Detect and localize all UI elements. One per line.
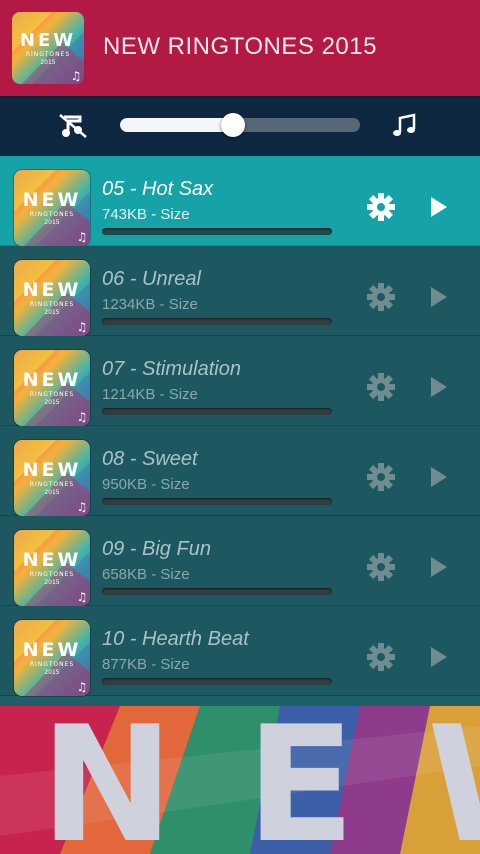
svg-text:♫: ♫: [77, 230, 88, 244]
ringtone-title: 08 - Sweet: [102, 448, 198, 470]
gear-icon[interactable]: [366, 372, 396, 402]
logo-note-icon: ♫: [71, 69, 82, 83]
svg-text:RINGTONES: RINGTONES: [30, 391, 74, 398]
app-header: NEW RINGTONES 2015 ♫ NEW RINGTONES 2015: [0, 0, 480, 96]
svg-text:2015: 2015: [44, 399, 59, 406]
logo-year: 2015: [40, 59, 55, 66]
app-logo: NEW RINGTONES 2015 ♫: [12, 12, 84, 84]
volume-slider-fill: [120, 118, 233, 132]
ringtone-thumbnail: NEW RINGTONES 2015 ♫: [14, 350, 90, 426]
ringtone-title: 09 - Big Fun: [102, 538, 211, 560]
banner-text: NEW: [40, 706, 480, 854]
ringtone-row-4[interactable]: NEW RINGTONES 2015 ♫ 08 - Sweet 950KB - …: [0, 426, 480, 516]
svg-text:RINGTONES: RINGTONES: [30, 571, 74, 578]
svg-text:2015: 2015: [44, 219, 59, 226]
gear-icon[interactable]: [366, 192, 396, 222]
play-icon[interactable]: [428, 374, 450, 400]
ringtone-title: 05 - Hot Sax: [102, 178, 214, 200]
svg-text:2015: 2015: [44, 489, 59, 496]
gear-icon[interactable]: [366, 642, 396, 672]
logo-word: NEW: [20, 30, 76, 51]
svg-text:NEW: NEW: [23, 279, 82, 301]
svg-text:♫: ♫: [77, 320, 88, 334]
play-icon[interactable]: [428, 554, 450, 580]
svg-text:♫: ♫: [77, 590, 88, 604]
ringtone-size: 877KB - Size: [102, 656, 190, 673]
ringtone-progress-bar: [102, 498, 332, 505]
ringtone-list: NEW RINGTONES 2015 ♫ 05 - Hot Sax 743KB …: [0, 156, 480, 706]
svg-text:NEW: NEW: [23, 549, 82, 571]
svg-text:2015: 2015: [44, 669, 59, 676]
ringtone-size: 1214KB - Size: [102, 386, 198, 403]
ringtone-row-1[interactable]: NEW RINGTONES 2015 ♫ 05 - Hot Sax 743KB …: [0, 156, 480, 246]
svg-text:NEW: NEW: [23, 189, 82, 211]
volume-slider-thumb[interactable]: [220, 113, 245, 137]
ringtone-row-2[interactable]: NEW RINGTONES 2015 ♫ 06 - Unreal 1234KB …: [0, 246, 480, 336]
app-title: NEW RINGTONES 2015: [103, 33, 377, 60]
ringtone-thumbnail: NEW RINGTONES 2015 ♫: [14, 260, 90, 336]
mute-icon[interactable]: [58, 111, 88, 139]
svg-text:♫: ♫: [77, 500, 88, 514]
play-icon[interactable]: [428, 194, 450, 220]
svg-text:RINGTONES: RINGTONES: [30, 481, 74, 488]
ringtone-progress-bar: [102, 678, 332, 685]
svg-text:NEW: NEW: [23, 369, 82, 391]
svg-text:NEW: NEW: [23, 639, 82, 661]
ringtone-row-5[interactable]: NEW RINGTONES 2015 ♫ 09 - Big Fun 658KB …: [0, 516, 480, 606]
ringtone-thumbnail: NEW RINGTONES 2015 ♫: [14, 440, 90, 516]
ringtone-progress-bar: [102, 318, 332, 325]
ringtone-title: 10 - Hearth Beat: [102, 628, 249, 650]
svg-text:2015: 2015: [44, 579, 59, 586]
svg-text:RINGTONES: RINGTONES: [30, 301, 74, 308]
play-icon[interactable]: [428, 284, 450, 310]
svg-text:2015: 2015: [44, 309, 59, 316]
svg-text:♫: ♫: [77, 680, 88, 694]
promo-banner[interactable]: NEW: [0, 706, 480, 854]
ringtone-title: 06 - Unreal: [102, 268, 201, 290]
logo-sub: RINGTONES: [26, 51, 70, 58]
ringtone-row-6[interactable]: NEW RINGTONES 2015 ♫ 10 - Hearth Beat 87…: [0, 606, 480, 696]
gear-icon[interactable]: [366, 552, 396, 582]
svg-text:♫: ♫: [77, 410, 88, 424]
gear-icon[interactable]: [366, 282, 396, 312]
ringtone-size: 950KB - Size: [102, 476, 190, 493]
ringtone-row-3[interactable]: NEW RINGTONES 2015 ♫ 07 - Stimulation 12…: [0, 336, 480, 426]
ringtone-progress-bar: [102, 588, 332, 595]
ringtone-thumbnail: NEW RINGTONES 2015 ♫: [14, 620, 90, 696]
play-icon[interactable]: [428, 464, 450, 490]
gear-icon[interactable]: [366, 462, 396, 492]
ringtone-size: 1234KB - Size: [102, 296, 198, 313]
ringtone-size: 743KB - Size: [102, 206, 190, 223]
ringtone-size: 658KB - Size: [102, 566, 190, 583]
ringtone-progress-bar: [102, 408, 332, 415]
ringtone-thumbnail: NEW RINGTONES 2015 ♫: [14, 530, 90, 606]
svg-text:RINGTONES: RINGTONES: [30, 211, 74, 218]
ringtone-thumbnail: NEW RINGTONES 2015 ♫: [14, 170, 90, 246]
ringtone-title: 07 - Stimulation: [102, 358, 241, 380]
svg-text:NEW: NEW: [23, 459, 82, 481]
play-icon[interactable]: [428, 644, 450, 670]
svg-text:RINGTONES: RINGTONES: [30, 661, 74, 668]
music-note-icon: [390, 112, 418, 140]
ringtone-progress-bar: [102, 228, 332, 235]
